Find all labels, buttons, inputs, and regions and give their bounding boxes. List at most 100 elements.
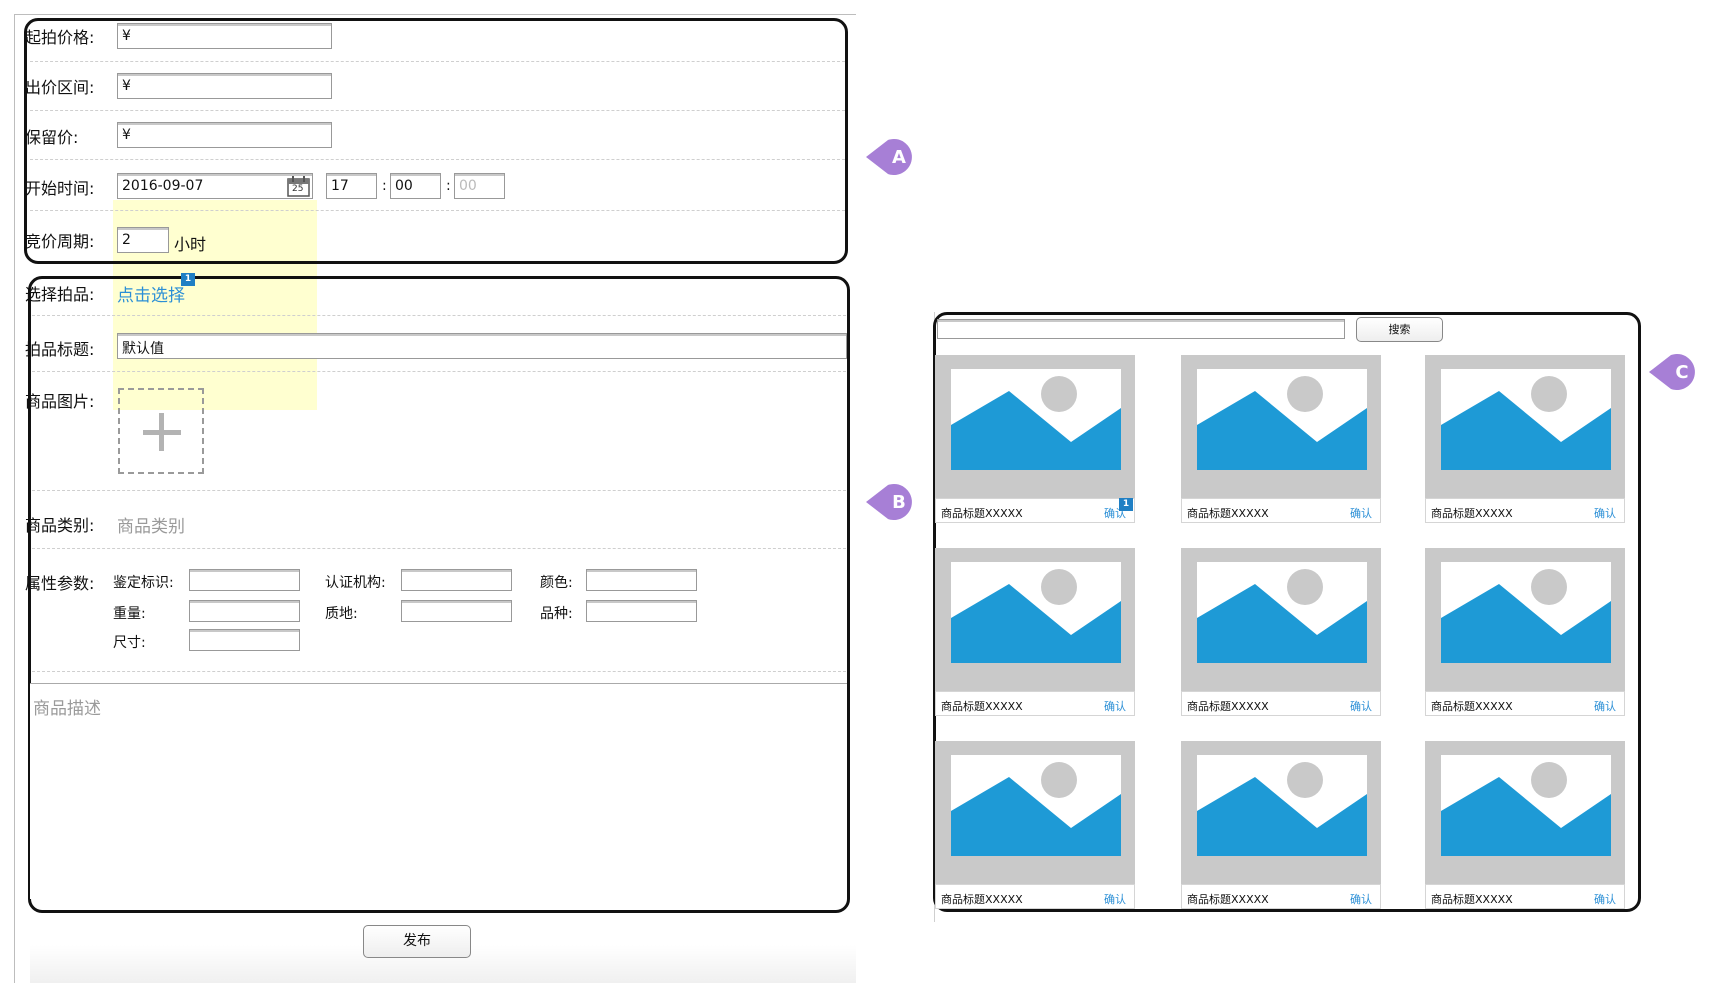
annotation-badge: 1: [1119, 498, 1133, 511]
confirm-link[interactable]: 确认: [1350, 698, 1372, 714]
annotation-marker-b: B: [866, 481, 922, 523]
calendar-icon[interactable]: 25: [287, 175, 310, 197]
item-search-button[interactable]: 搜索: [1356, 317, 1443, 342]
item-card[interactable]: 商品标题XXXXX 确认: [1425, 741, 1625, 909]
image-placeholder-icon: [1441, 369, 1611, 470]
item-card-footer: 商品标题XXXXX 确认: [1425, 884, 1625, 909]
reserve-price-input[interactable]: ¥: [117, 122, 332, 148]
attr-weight-input[interactable]: [189, 600, 300, 622]
calendar-day-text: 25: [292, 184, 304, 194]
item-thumbnail: [935, 741, 1135, 884]
confirm-link[interactable]: 确认: [1594, 891, 1616, 907]
item-card[interactable]: 商品标题XXXXX 确认: [1181, 355, 1381, 523]
item-thumbnail: [1425, 548, 1625, 691]
minute-input[interactable]: 00: [390, 173, 441, 199]
attr-certifier-input[interactable]: [401, 569, 512, 591]
item-card[interactable]: 商品标题XXXXX 确认: [1425, 548, 1625, 716]
item-card-footer: 商品标题XXXXX 确认: [935, 691, 1135, 716]
image-placeholder-icon: [1197, 562, 1367, 663]
second-input[interactable]: 00: [454, 173, 505, 199]
item-thumbnail: [1425, 355, 1625, 498]
item-thumbnail: [935, 355, 1135, 498]
confirm-link[interactable]: 确认: [1104, 891, 1126, 907]
confirm-link[interactable]: 确认: [1104, 698, 1126, 714]
item-title: 商品标题XXXXX: [941, 893, 1023, 906]
select-item-link[interactable]: 点击选择: [117, 281, 185, 306]
attr-certifier-label: 认证机构:: [325, 575, 386, 591]
bid-range-input[interactable]: ¥: [117, 73, 332, 99]
item-title: 商品标题XXXXX: [941, 700, 1023, 713]
reserve-price-label: 保留价:: [25, 128, 79, 147]
item-title: 商品标题XXXXX: [1431, 507, 1513, 520]
item-title: 商品标题XXXXX: [1431, 700, 1513, 713]
item-card[interactable]: 商品标题XXXXX 确认: [935, 741, 1135, 909]
marker-a-letter: A: [892, 147, 906, 168]
confirm-link[interactable]: 确认: [1350, 505, 1372, 521]
attr-variety-label: 品种:: [540, 606, 573, 622]
image-placeholder-icon: [1441, 755, 1611, 856]
item-thumbnail: [1181, 355, 1381, 498]
divider: [32, 371, 846, 372]
annotation-marker-c: C: [1649, 351, 1705, 393]
image-placeholder-icon: [951, 369, 1121, 470]
time-separator: :: [446, 178, 451, 194]
confirm-link[interactable]: 确认: [1594, 698, 1616, 714]
attr-authentication-label: 鉴定标识:: [113, 575, 174, 591]
attr-size-label: 尺寸:: [113, 635, 146, 651]
page-left-border: [14, 14, 15, 983]
attr-size-input[interactable]: [189, 629, 300, 651]
item-card[interactable]: 商品标题XXXXX 确认 1: [935, 355, 1135, 523]
start-price-label: 起拍价格:: [25, 28, 95, 47]
divider: [30, 110, 845, 111]
publish-button[interactable]: 发布: [363, 925, 471, 958]
item-card-footer: 商品标题XXXXX 确认: [1181, 691, 1381, 716]
item-thumbnail: [935, 548, 1135, 691]
item-thumbnail: [1181, 741, 1381, 884]
item-title: 商品标题XXXXX: [1187, 893, 1269, 906]
attr-texture-input[interactable]: [401, 600, 512, 622]
item-card-footer: 商品标题XXXXX 确认: [1425, 691, 1625, 716]
description-textarea[interactable]: 商品描述: [30, 683, 847, 899]
divider: [32, 490, 846, 491]
item-card-footer: 商品标题XXXXX 确认: [1181, 884, 1381, 909]
period-input[interactable]: 2: [117, 227, 169, 253]
category-label: 商品类别:: [25, 516, 95, 535]
item-card-footer: 商品标题XXXXX 确认: [1181, 498, 1381, 523]
image-placeholder-icon: [1197, 369, 1367, 470]
select-item-label: 选择拍品:: [25, 285, 95, 304]
attr-color-input[interactable]: [586, 569, 697, 591]
image-placeholder-icon: [1197, 755, 1367, 856]
item-thumbnail: [1425, 741, 1625, 884]
image-placeholder-icon: [951, 755, 1121, 856]
item-title-label: 拍品标题:: [25, 340, 95, 359]
annotation-badge: 1: [181, 273, 195, 286]
description-placeholder: 商品描述: [33, 699, 101, 719]
annotation-marker-a: A: [866, 136, 922, 178]
divider: [30, 210, 845, 211]
item-card[interactable]: 商品标题XXXXX 确认: [935, 548, 1135, 716]
attr-variety-input[interactable]: [586, 600, 697, 622]
marker-c-letter: C: [1675, 362, 1689, 383]
start-price-input[interactable]: ¥: [117, 23, 332, 49]
item-search-input[interactable]: [937, 319, 1345, 339]
item-card[interactable]: 商品标题XXXXX 确认: [1181, 548, 1381, 716]
item-title: 商品标题XXXXX: [941, 507, 1023, 520]
marker-b-letter: B: [892, 492, 906, 513]
item-card[interactable]: 商品标题XXXXX 确认: [1181, 741, 1381, 909]
image-placeholder-icon: [951, 562, 1121, 663]
item-title-input[interactable]: 默认值: [117, 333, 847, 359]
image-upload-button[interactable]: [118, 388, 204, 474]
attr-color-label: 颜色:: [540, 575, 573, 591]
confirm-link[interactable]: 确认: [1350, 891, 1372, 907]
category-select[interactable]: 商品类别: [117, 512, 185, 537]
start-date-input[interactable]: 2016-09-07: [117, 173, 313, 199]
divider: [30, 61, 845, 62]
item-card[interactable]: 商品标题XXXXX 确认: [1425, 355, 1625, 523]
divider: [30, 159, 845, 160]
attr-authentication-input[interactable]: [189, 569, 300, 591]
hour-input[interactable]: 17: [326, 173, 377, 199]
attr-texture-label: 质地:: [325, 606, 358, 622]
item-title: 商品标题XXXXX: [1431, 893, 1513, 906]
item-image-label: 商品图片:: [25, 392, 95, 411]
confirm-link[interactable]: 确认: [1594, 505, 1616, 521]
